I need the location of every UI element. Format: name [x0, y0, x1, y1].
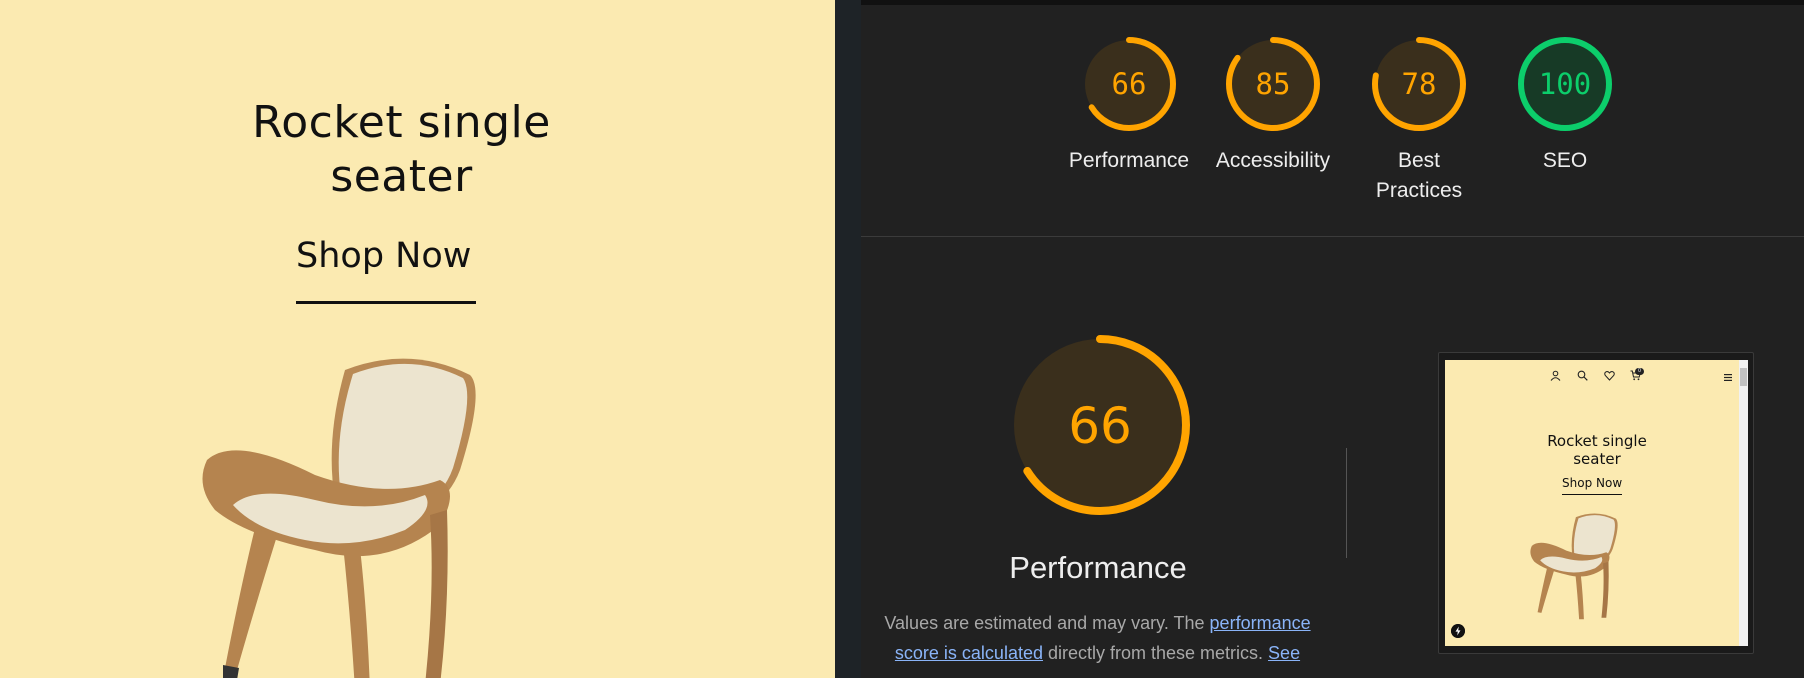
gauge-ring: 78: [1372, 37, 1466, 131]
chair-image: [202, 358, 476, 678]
gauge-accessibility[interactable]: 85 Accessibility: [1198, 34, 1348, 176]
desc-text: directly from these metrics.: [1042, 643, 1269, 663]
performance-description: Values are estimated and may vary. The p…: [880, 608, 1315, 668]
gauge-label: SEO: [1542, 149, 1588, 172]
menu-icon: [1724, 374, 1732, 381]
see-link[interactable]: See: [1268, 643, 1300, 663]
vertical-divider: [1346, 448, 1347, 558]
thumb-shop-now: Shop Now: [1562, 476, 1623, 490]
gauge-label: Accessibility: [1215, 149, 1331, 172]
user-icon: [1550, 370, 1561, 381]
gauge-ring: 85: [1226, 37, 1320, 131]
thumb-shop-underline: [1562, 494, 1622, 495]
gauge-best-practices[interactable]: 78 Best Practices: [1344, 34, 1494, 206]
divider-strip: [835, 0, 861, 678]
gauge-ring: 66: [1082, 37, 1176, 131]
hero-title: Rocket single seater: [252, 97, 551, 202]
shop-now-link[interactable]: Shop Now: [296, 236, 471, 276]
bolt-icon[interactable]: [1451, 624, 1465, 638]
heart-icon: [1604, 371, 1615, 381]
thumbnail-scrollbar[interactable]: [1739, 360, 1748, 646]
screenshot-thumbnail[interactable]: 0 Rocket single seater Shop Now: [1445, 360, 1739, 646]
thumbnail-scrollbar-thumb[interactable]: [1740, 368, 1747, 386]
gauge-seo[interactable]: 100 SEO: [1490, 34, 1640, 176]
gauge-score: 100: [1539, 67, 1591, 101]
gauge-ring: 100: [1518, 37, 1612, 131]
gauge-score: 66: [1112, 67, 1147, 101]
cart-count-badge: 0: [1635, 368, 1644, 375]
site-preview: Rocket single seater Shop Now: [0, 0, 835, 678]
gauge-score: 78: [1402, 67, 1437, 101]
thumb-chair-image: [1530, 513, 1618, 620]
performance-score: 66: [1068, 397, 1132, 455]
performance-gauge-large: 66: [1010, 335, 1190, 515]
gauge-label: Performance: [1068, 149, 1190, 172]
desc-text: Values are estimated and may vary. The: [884, 613, 1210, 633]
gauge-score: 85: [1256, 67, 1291, 101]
gauge-label: Best Practices: [1375, 149, 1463, 202]
shop-now-underline: [296, 301, 476, 304]
gauge-performance[interactable]: 66 Performance: [1054, 34, 1204, 176]
performance-title: Performance: [1009, 550, 1187, 585]
search-icon: [1577, 370, 1588, 381]
thumb-hero-title: Rocket single seater: [1547, 432, 1647, 468]
section-separator: [861, 236, 1804, 237]
